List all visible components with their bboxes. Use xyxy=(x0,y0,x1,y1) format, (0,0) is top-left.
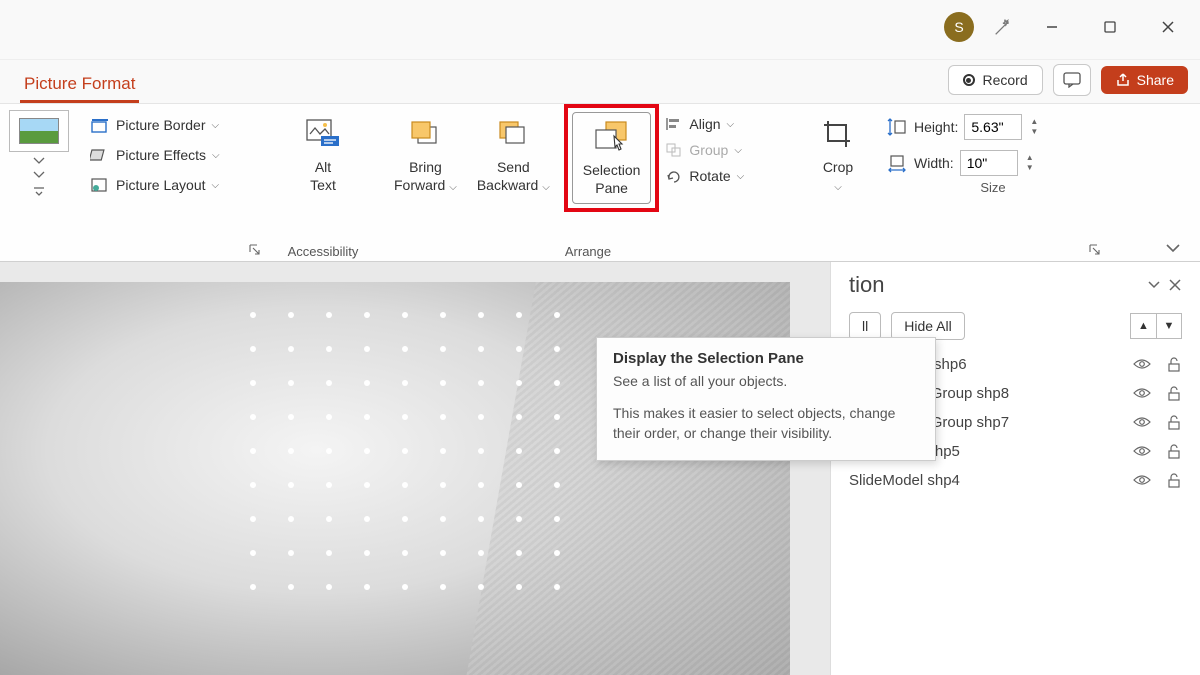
move-up-button[interactable]: ▲ xyxy=(1130,313,1156,339)
tab-picture-format[interactable]: Picture Format xyxy=(20,68,139,103)
more-styles-icon[interactable] xyxy=(32,184,46,198)
picture-effects-menu[interactable]: Picture Effects⌵ xyxy=(86,144,260,166)
picture-style-thumb[interactable] xyxy=(9,110,69,152)
selection-pane-title: tion xyxy=(849,272,884,298)
chevron-down-icon: ⌵ xyxy=(212,150,220,161)
close-button[interactable] xyxy=(1148,12,1188,42)
chevron-down-icon: ⌵ xyxy=(737,171,745,182)
alt-text-icon xyxy=(303,114,343,154)
group-label-size: Size xyxy=(886,176,1100,195)
object-name: SlideModel shp4 xyxy=(849,472,1132,489)
lock-icon[interactable] xyxy=(1166,444,1182,460)
chevron-down-icon: ⌵ xyxy=(211,120,219,131)
share-label: Share xyxy=(1137,72,1174,88)
bring-forward-icon xyxy=(405,114,445,154)
eye-icon[interactable] xyxy=(1132,357,1152,373)
eye-icon[interactable] xyxy=(1132,415,1152,431)
width-icon xyxy=(886,152,908,174)
width-spinner[interactable]: ▲▼ xyxy=(1024,153,1036,173)
rotate-menu[interactable]: Rotate⌵ xyxy=(665,168,744,184)
close-icon[interactable] xyxy=(1168,278,1182,292)
tooltip-selection-pane: Display the Selection Pane See a list of… xyxy=(596,337,936,461)
lock-icon[interactable] xyxy=(1166,473,1182,489)
alt-text-button[interactable]: Alt Text xyxy=(295,110,351,198)
chevron-down-icon: ⌵ xyxy=(449,182,457,193)
border-icon xyxy=(90,116,110,134)
list-item[interactable]: SlideModel shp4 xyxy=(849,472,1182,489)
selection-pane-button[interactable]: Selection Pane xyxy=(572,112,652,204)
wand-icon[interactable] xyxy=(992,16,1014,38)
move-down-button[interactable]: ▼ xyxy=(1156,313,1182,339)
titlebar: S xyxy=(0,0,1200,60)
height-icon xyxy=(886,116,908,138)
lock-icon[interactable] xyxy=(1166,357,1182,373)
share-button[interactable]: Share xyxy=(1101,66,1188,94)
chevron-down-icon[interactable] xyxy=(1146,278,1162,292)
height-input[interactable] xyxy=(964,114,1022,140)
picture-layout-menu[interactable]: Picture Layout⌵ xyxy=(86,174,260,196)
lock-icon[interactable] xyxy=(1166,415,1182,431)
minimize-button[interactable] xyxy=(1032,12,1072,42)
bring-forward-button[interactable]: Bring Forward ⌵ xyxy=(386,110,465,198)
workspace: tion ll Hide All ▲ ▼ Model shp6SliModel … xyxy=(0,262,1200,675)
width-label: Width: xyxy=(914,155,954,171)
send-backward-button[interactable]: Send Backward ⌵ xyxy=(469,110,558,198)
chevron-down-icon: ⌵ xyxy=(542,182,550,193)
show-all-button[interactable]: ll xyxy=(849,312,881,340)
crop-icon xyxy=(818,114,858,154)
chevron-down-icon: ⌵ xyxy=(727,119,735,130)
send-backward-icon xyxy=(493,114,533,154)
hide-all-button[interactable]: Hide All xyxy=(891,312,964,340)
dialog-launcher-icon[interactable] xyxy=(1088,243,1102,257)
effects-icon xyxy=(90,146,110,164)
height-label: Height: xyxy=(914,119,958,135)
selection-pane-highlight: Selection Pane xyxy=(564,104,660,212)
group-label-accessibility: Accessibility xyxy=(276,240,370,259)
eye-icon[interactable] xyxy=(1132,444,1152,460)
comments-button[interactable] xyxy=(1053,64,1091,96)
tooltip-sub: See a list of all your objects. xyxy=(613,373,919,389)
height-spinner[interactable]: ▲▼ xyxy=(1028,117,1040,137)
align-menu[interactable]: Align⌵ xyxy=(665,116,744,132)
eye-icon[interactable] xyxy=(1132,473,1152,489)
record-label: Record xyxy=(983,72,1028,88)
record-button[interactable]: Record xyxy=(948,65,1043,95)
ribbon: Picture Border⌵ Picture Effects⌵ Picture… xyxy=(0,104,1200,262)
layout-icon xyxy=(90,176,110,194)
tooltip-body: This makes it easier to select objects, … xyxy=(613,403,919,444)
record-icon xyxy=(963,74,975,86)
group-icon xyxy=(665,142,683,158)
picture-border-menu[interactable]: Picture Border⌵ xyxy=(86,114,260,136)
lock-icon[interactable] xyxy=(1166,386,1182,402)
width-input[interactable] xyxy=(960,150,1018,176)
chevron-down-icon: ⌵ xyxy=(734,145,742,156)
dialog-launcher-icon[interactable] xyxy=(248,243,262,257)
user-avatar[interactable]: S xyxy=(944,12,974,42)
collapse-ribbon-icon[interactable] xyxy=(1164,241,1182,255)
chevron-down-icon: ⌵ xyxy=(212,180,220,191)
crop-button[interactable]: Crop⌵ xyxy=(810,110,866,198)
tooltip-title: Display the Selection Pane xyxy=(613,350,919,367)
eye-icon[interactable] xyxy=(1132,386,1152,402)
chevron-down-icon[interactable] xyxy=(32,156,46,166)
rotate-icon xyxy=(665,168,683,184)
align-icon xyxy=(665,116,683,132)
slide-canvas[interactable] xyxy=(0,262,830,675)
group-label-arrange: Arrange xyxy=(386,240,790,259)
ribbon-tabs: Picture Format Record Share xyxy=(0,60,1200,104)
selection-pane-icon xyxy=(592,117,632,157)
maximize-button[interactable] xyxy=(1090,12,1130,42)
group-menu: Group⌵ xyxy=(665,142,744,158)
chevron-down-icon: ⌵ xyxy=(834,182,842,193)
selection-pane-panel: tion ll Hide All ▲ ▼ Model shp6SliModel … xyxy=(830,262,1200,675)
chevron-down-icon[interactable] xyxy=(32,170,46,180)
